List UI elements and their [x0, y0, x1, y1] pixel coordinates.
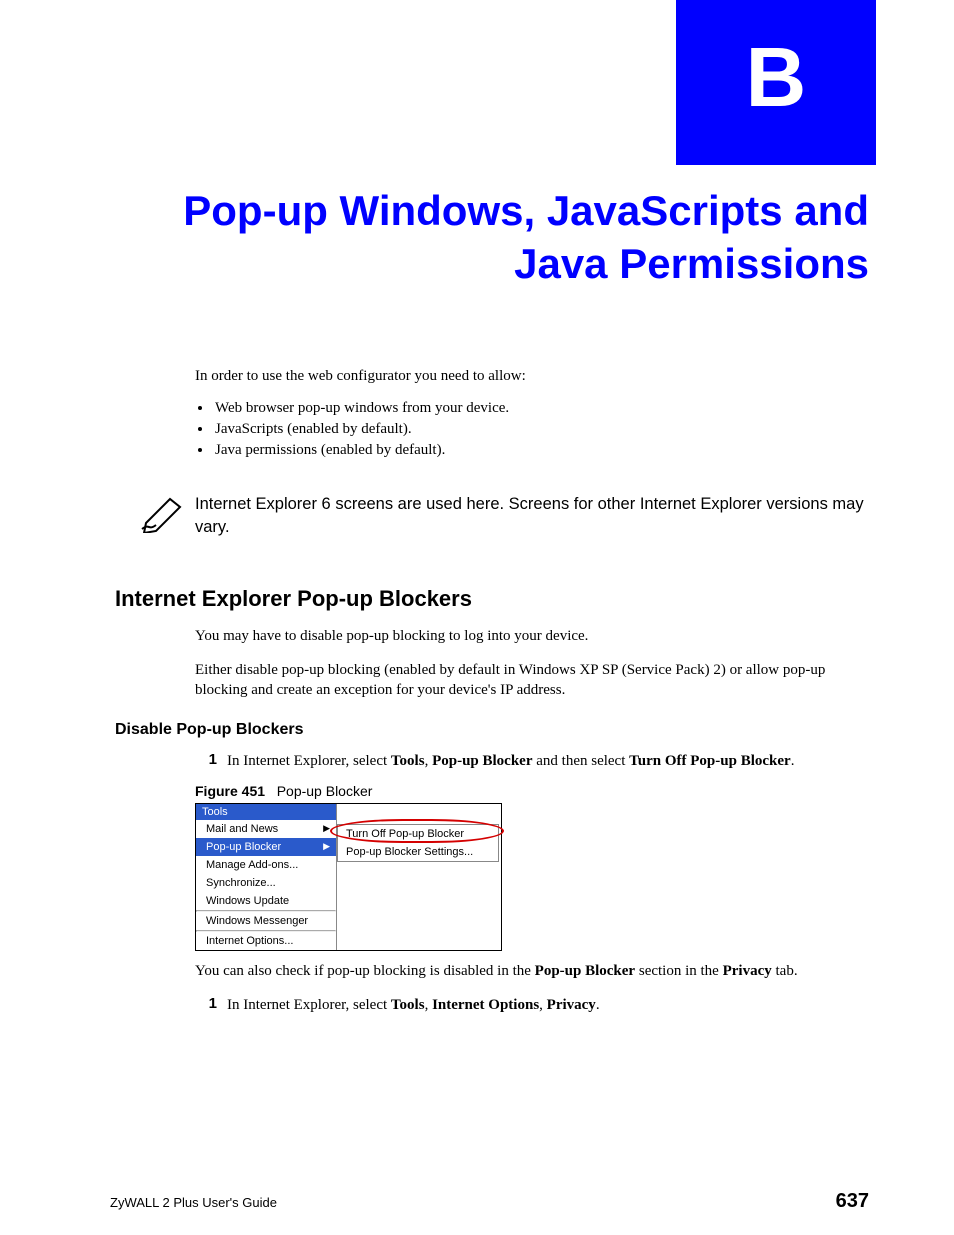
- menu-header: Tools: [196, 804, 336, 820]
- note-text: Internet Explorer 6 screens are used her…: [195, 493, 869, 538]
- section-heading: Internet Explorer Pop-up Blockers: [115, 586, 869, 612]
- tools-menu: Tools Mail and News▶ Pop-up Blocker▶ Man…: [196, 804, 337, 950]
- menu-item: Windows Update: [196, 892, 336, 910]
- popup-submenu: Turn Off Pop-up Blocker Pop-up Blocker S…: [337, 824, 499, 862]
- figure-screenshot: Tools Mail and News▶ Pop-up Blocker▶ Man…: [195, 803, 502, 951]
- menu-item: Synchronize...: [196, 874, 336, 892]
- intro-list-item: JavaScripts (enabled by default).: [213, 421, 869, 438]
- step-body: In Internet Explorer, select Tools, Inte…: [227, 995, 869, 1015]
- submenu-arrow-icon: ▶: [323, 823, 330, 834]
- figure-label: Figure 451: [195, 783, 265, 799]
- intro-paragraph: In order to use the web configurator you…: [195, 366, 869, 386]
- appendix-tab: B: [676, 0, 876, 165]
- appendix-letter: B: [746, 29, 807, 126]
- submenu-item: Turn Off Pop-up Blocker: [338, 825, 498, 843]
- footer-page-number: 637: [836, 1190, 869, 1213]
- intro-list: Web browser pop-up windows from your dev…: [213, 400, 869, 459]
- section-paragraph: Either disable pop-up blocking (enabled …: [195, 660, 869, 701]
- page-title: Pop-up Windows, JavaScripts and Java Per…: [110, 185, 869, 290]
- submenu-item: Pop-up Blocker Settings...: [338, 843, 498, 861]
- after-figure-paragraph: You can also check if pop-up blocking is…: [195, 961, 869, 981]
- menu-item: Mail and News▶: [196, 820, 336, 838]
- page-footer: ZyWALL 2 Plus User's Guide 637: [110, 1190, 869, 1213]
- section-paragraph: You may have to disable pop-up blocking …: [195, 626, 869, 646]
- note-pencil-icon: [140, 493, 195, 533]
- main-content: In order to use the web configurator you…: [195, 366, 869, 1025]
- menu-item: Internet Options...: [196, 932, 336, 950]
- submenu-arrow-icon: ▶: [323, 841, 330, 852]
- subsection-heading: Disable Pop-up Blockers: [115, 721, 869, 739]
- step-row: 1 In Internet Explorer, select Tools, Po…: [195, 751, 869, 771]
- intro-list-item: Web browser pop-up windows from your dev…: [213, 400, 869, 417]
- step-row: 1 In Internet Explorer, select Tools, In…: [195, 995, 869, 1015]
- figure-caption: Figure 451 Pop-up Blocker: [195, 783, 869, 799]
- step-number: 1: [195, 751, 217, 771]
- menu-item-selected: Pop-up Blocker▶: [196, 838, 336, 856]
- note-block: Internet Explorer 6 screens are used her…: [140, 481, 869, 552]
- menu-item: Manage Add-ons...: [196, 856, 336, 874]
- step-number: 1: [195, 995, 217, 1015]
- footer-guide-title: ZyWALL 2 Plus User's Guide: [110, 1195, 277, 1210]
- step-body: In Internet Explorer, select Tools, Pop-…: [227, 751, 869, 771]
- menu-item: Windows Messenger: [196, 912, 336, 930]
- intro-list-item: Java permissions (enabled by default).: [213, 442, 869, 459]
- figure-title: Pop-up Blocker: [277, 783, 373, 799]
